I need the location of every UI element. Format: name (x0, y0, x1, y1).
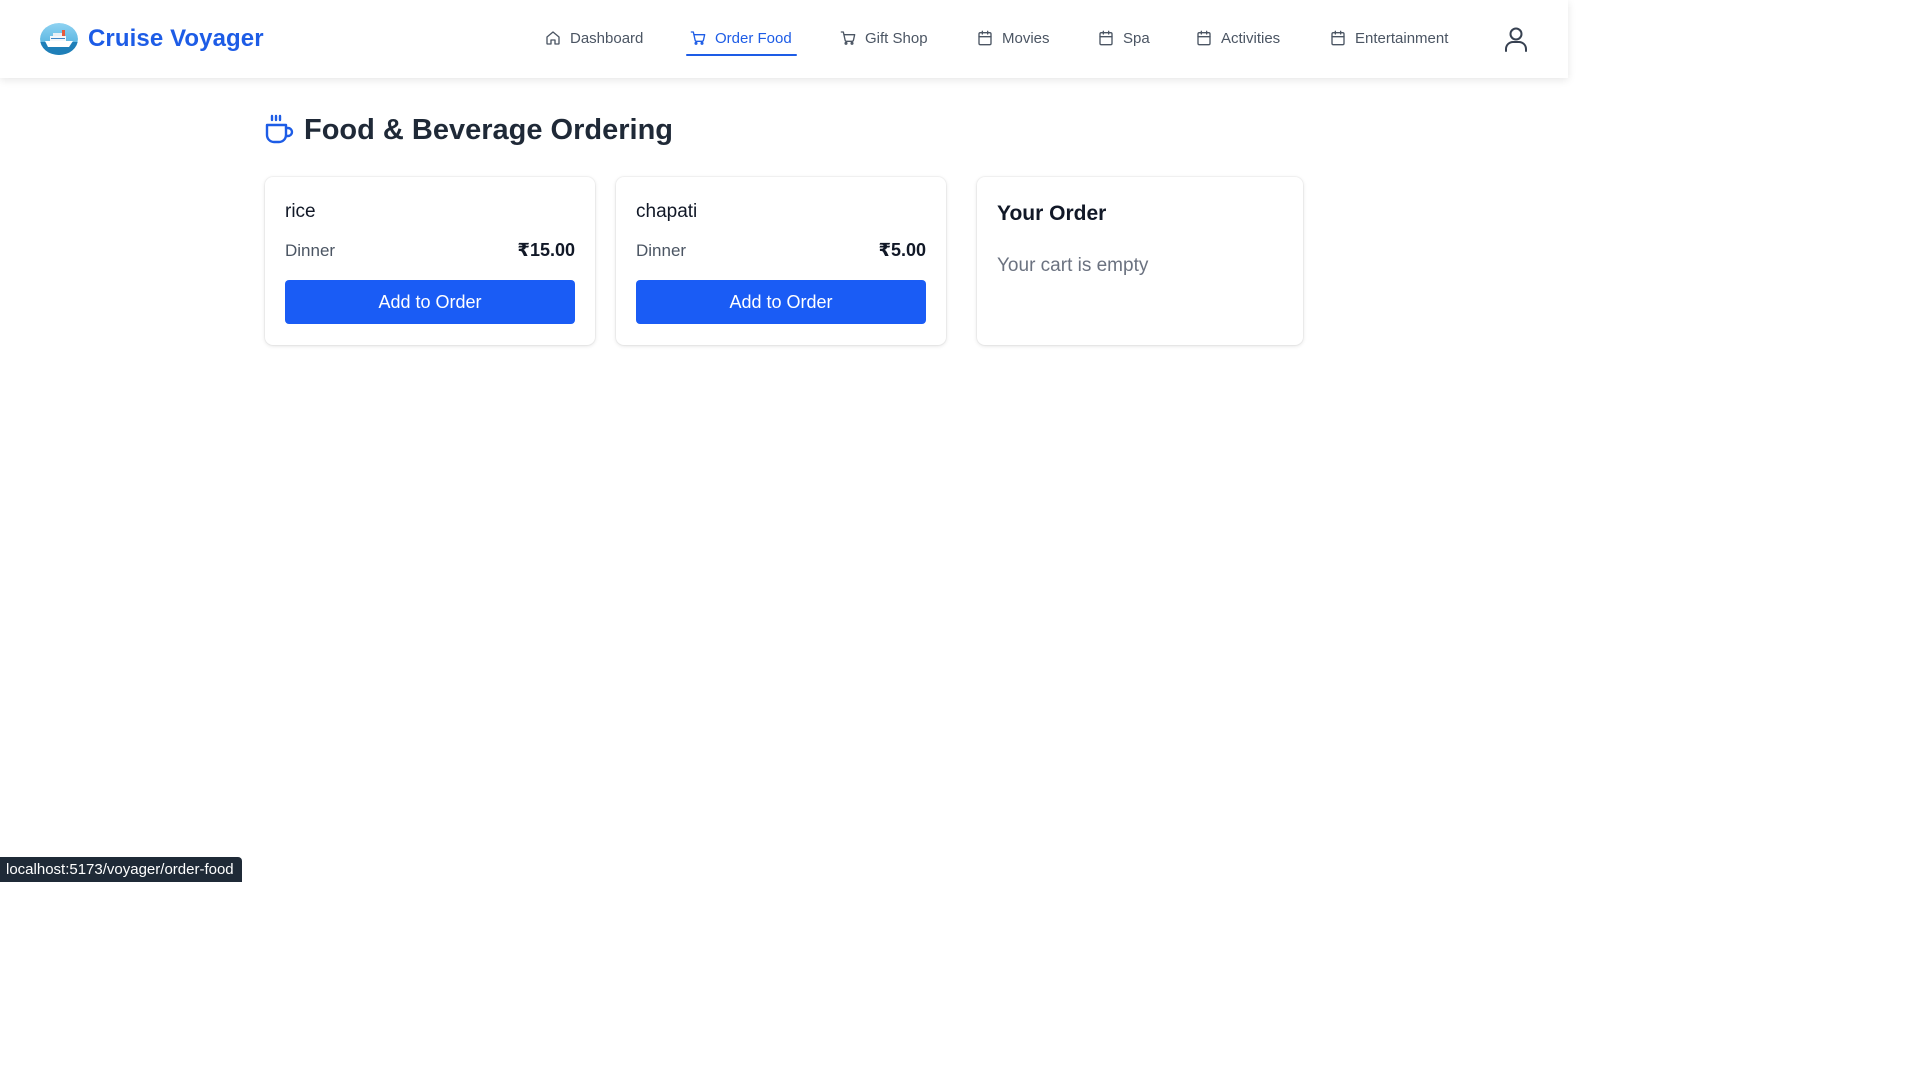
link-preview-statusbar: localhost:5173/voyager/order-food (0, 857, 242, 882)
add-to-order-button[interactable]: Add to Order (285, 280, 575, 324)
calendar-icon (977, 30, 993, 46)
order-title: Your Order (997, 202, 1107, 225)
nav-activities[interactable]: Activities (1196, 18, 1280, 58)
profile-button[interactable] (1504, 26, 1528, 52)
coffee-cup-icon (264, 114, 294, 146)
page-title: Food & Beverage Ordering (304, 113, 674, 146)
brand-link[interactable]: Cruise Voyager (40, 21, 264, 57)
nav-label: Gift Shop (865, 29, 928, 47)
nav-dashboard[interactable]: Dashboard (545, 18, 643, 58)
user-icon (1504, 27, 1528, 56)
cart-icon (840, 30, 856, 46)
cart-icon (690, 30, 706, 46)
food-category: Dinner (285, 241, 336, 260)
nav-label: Activities (1221, 29, 1281, 47)
nav-label: Dashboard (570, 29, 644, 47)
cruise-ship-logo (40, 23, 78, 55)
food-name: chapati (636, 201, 698, 222)
nav-movies[interactable]: Movies (977, 18, 1050, 58)
nav-gift-shop[interactable]: Gift Shop (840, 18, 928, 58)
calendar-icon (1098, 30, 1114, 46)
nav-label: Entertainment (1355, 29, 1449, 47)
nav-spa[interactable]: Spa (1098, 18, 1150, 58)
home-icon (545, 30, 561, 46)
calendar-icon (1196, 30, 1212, 46)
cart-empty-message: Your cart is empty (997, 255, 1149, 276)
calendar-icon (1330, 30, 1346, 46)
food-name: rice (285, 201, 316, 222)
food-card: chapati Dinner ₹5.00 Add to Order (616, 177, 946, 345)
add-to-order-button[interactable]: Add to Order (636, 280, 926, 324)
nav-entertainment[interactable]: Entertainment (1330, 18, 1448, 58)
food-price: ₹15.00 (517, 240, 575, 260)
brand-name: Cruise Voyager (88, 25, 264, 52)
nav-label: Spa (1123, 29, 1150, 47)
top-navbar: Cruise Voyager Dashboard Order Food Gift… (0, 0, 1568, 78)
food-card: rice Dinner ₹15.00 Add to Order (265, 177, 595, 345)
food-category: Dinner (636, 241, 687, 260)
page-heading: Food & Beverage Ordering (264, 110, 673, 150)
nav-label: Movies (1002, 29, 1050, 47)
nav-label: Order Food (715, 29, 792, 47)
nav-order-food[interactable]: Order Food (686, 18, 797, 58)
food-price: ₹5.00 (878, 240, 926, 260)
order-summary-card: Your Order Your cart is empty (977, 177, 1303, 345)
